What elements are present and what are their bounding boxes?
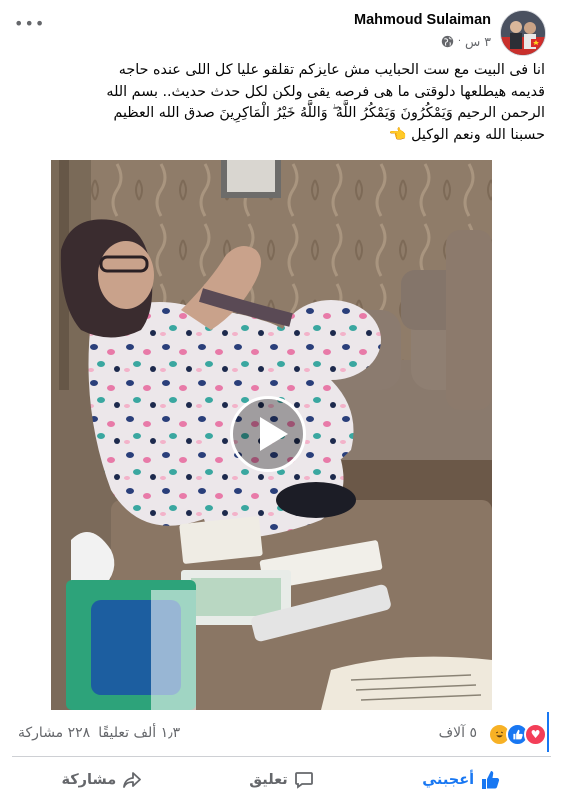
like-label: أعجبني xyxy=(422,772,475,788)
meta-separator: · xyxy=(457,36,462,47)
focus-indicator xyxy=(547,712,549,752)
share-label: مشاركة xyxy=(61,772,117,788)
reaction-count[interactable]: ٥ آلاف xyxy=(439,725,477,741)
post-time[interactable]: ٣ س xyxy=(465,34,491,49)
thumbs-up-icon xyxy=(482,771,500,789)
engagement-counts: ١٫٣ ألف تعليقًا ٢٢٨ مشاركة xyxy=(18,725,180,741)
post-actions: أعجبني تعليق مشاركة xyxy=(12,758,551,802)
video-player[interactable] xyxy=(51,160,492,710)
post-meta: ٣ س · xyxy=(441,34,491,49)
post-header: Mahmoud Sulaiman ٣ س · ••• xyxy=(0,0,563,60)
play-icon xyxy=(260,417,288,451)
comment-button[interactable]: تعليق xyxy=(192,758,372,802)
comment-icon xyxy=(294,772,313,789)
share-icon xyxy=(123,772,142,788)
caption-line: قديمه هيطلعها دلوقتى ما هى فرصه يقى ولكن… xyxy=(106,83,545,100)
caption-line: الرحمن الرحيم وَيَمْكُرُونَ وَيَمْكُرُ ا… xyxy=(113,105,545,122)
caption-line: انا فى البيت مع ست الحبايب مش عايزكم تقل… xyxy=(118,62,545,78)
post-caption: انا فى البيت مع ست الحبايب مش عايزكم تقل… xyxy=(18,60,545,146)
author-name[interactable]: Mahmoud Sulaiman xyxy=(354,12,491,28)
love-reaction-icon: ♥ xyxy=(524,723,547,746)
caption-line: حسبنا الله ونعم الوكيل 👈 xyxy=(388,126,545,143)
reaction-icons[interactable]: ♥ xyxy=(488,723,547,746)
more-dots-icon: ••• xyxy=(14,14,46,33)
divider xyxy=(12,756,551,757)
comment-count[interactable]: ١٫٣ ألف تعليقًا xyxy=(98,725,180,741)
globe-icon xyxy=(441,35,454,48)
author-avatar[interactable] xyxy=(500,10,546,56)
post-stats: ♥ ٥ آلاف ١٫٣ ألف تعليقًا ٢٢٨ مشاركة xyxy=(0,712,563,754)
like-button[interactable]: أعجبني xyxy=(371,758,551,802)
more-options-button[interactable]: ••• xyxy=(14,14,44,34)
share-count[interactable]: ٢٢٨ مشاركة xyxy=(18,725,90,741)
share-button[interactable]: مشاركة xyxy=(12,758,192,802)
facebook-post: Mahmoud Sulaiman ٣ س · ••• انا فى البيت … xyxy=(0,0,563,805)
play-button[interactable] xyxy=(230,396,306,472)
comment-label: تعليق xyxy=(249,772,288,788)
